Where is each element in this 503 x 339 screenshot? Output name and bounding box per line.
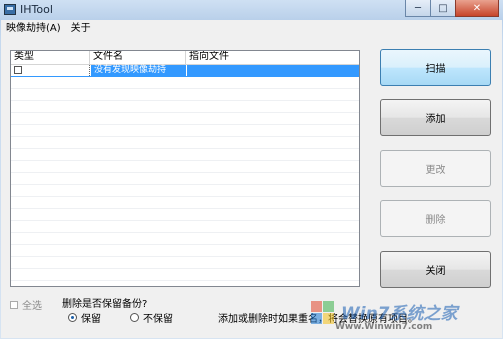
select-all-label: 全选 [22,301,42,312]
empty-row [11,269,359,281]
select-all-box[interactable] [10,300,18,309]
empty-row [11,209,359,221]
empty-row [11,197,359,209]
row-target-cell [186,65,352,76]
backup-option-title: 删除是否保留备份? [62,299,148,310]
empty-row [11,161,359,173]
watermark: Win7系统之家 Www.Winwin7.com [301,297,501,337]
empty-row [11,101,359,113]
empty-row [11,257,359,269]
no-backup-radio[interactable]: 不保留 [130,310,173,325]
keep-backup-label: 保留 [81,314,101,325]
caption-buttons: ─ □ ✕ [405,0,499,18]
menu-image-hijack[interactable]: 映像劫持(A) [1,20,66,37]
edit-button[interactable]: 更改 [380,150,491,187]
close-button[interactable]: 关闭 [380,251,491,288]
keep-backup-radio[interactable]: 保留 [68,310,101,325]
empty-row [11,113,359,125]
row-checkbox[interactable] [14,66,22,74]
row-type-cell [11,65,90,76]
column-header-type[interactable]: 类型 [11,51,90,64]
column-header-target[interactable]: 指向文件 [186,51,352,64]
minimize-button[interactable]: ─ [405,0,431,17]
row-filename-cell: 没有发现映像劫持 [90,65,186,76]
windows-logo-icon [311,301,335,325]
keep-radio-dot[interactable] [68,313,77,322]
list-header: 类型 文件名 指向文件 [11,51,359,65]
menu-about[interactable]: 关于 [66,20,96,37]
empty-row [11,125,359,137]
empty-row [11,89,359,101]
add-button[interactable]: 添加 [380,99,491,136]
table-row[interactable]: 没有发现映像劫持 [11,65,359,77]
menu-bar: 映像劫持(A) 关于 [1,20,502,37]
no-keep-radio-dot[interactable] [130,313,139,322]
no-backup-label: 不保留 [143,314,173,325]
maximize-button[interactable]: □ [430,0,456,17]
scan-button[interactable]: 扫描 [380,49,491,86]
app-window: IHTool ─ □ ✕ 映像劫持(A) 关于 类型 文件名 指向文件 没有发现… [0,0,503,339]
client-area: 类型 文件名 指向文件 没有发现映像劫持 扫描 添加 更改 删除 关闭 全选 删… [1,37,502,338]
empty-row [11,185,359,197]
title-bar[interactable]: IHTool ─ □ ✕ [0,0,503,20]
window-title: IHTool [20,3,53,16]
empty-row [11,77,359,89]
close-window-button[interactable]: ✕ [455,0,499,17]
column-header-filename[interactable]: 文件名 [90,51,186,64]
watermark-brand: Win7系统之家 [341,304,458,324]
empty-row [11,233,359,245]
empty-row [11,245,359,257]
delete-button[interactable]: 删除 [380,200,491,237]
app-icon [4,4,16,15]
empty-row [11,281,359,286]
empty-row [11,149,359,161]
empty-row [11,173,359,185]
watermark-url: Www.Winwin7.com [335,322,433,332]
backup-option-group: 删除是否保留备份? 保留 不保留 [56,295,214,329]
empty-row [11,221,359,233]
empty-row [11,137,359,149]
hijack-list[interactable]: 类型 文件名 指向文件 没有发现映像劫持 [10,50,360,287]
select-all-checkbox[interactable]: 全选 [10,297,42,312]
